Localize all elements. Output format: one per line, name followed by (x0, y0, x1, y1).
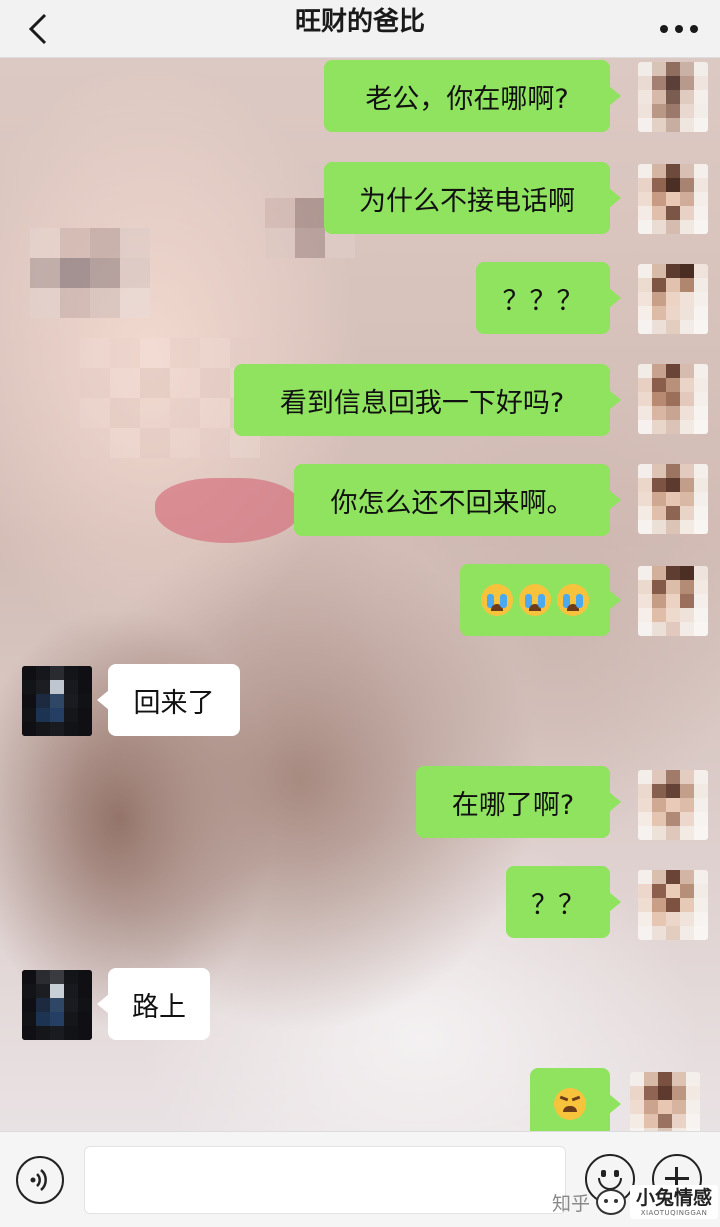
message-text: 路上 (132, 991, 186, 1023)
chat-header: 旺财的爸比 (0, 0, 720, 58)
chat-background: 老公，你在哪啊? 为什么不接电话啊 ？？？ 看到信息回我一下好吗? 你怎么还不回… (0, 58, 720, 1131)
crying-face-emoji (557, 584, 589, 616)
watermark-brand: 小兔情感 XIAOTUQINGGAN (630, 1185, 718, 1219)
sender-avatar[interactable] (630, 1072, 700, 1131)
watermark-brand-name: 小兔情感 (636, 1187, 713, 1209)
sender-avatar[interactable] (638, 364, 708, 434)
message-text: ？？？ (502, 285, 584, 317)
voice-icon[interactable] (16, 1156, 64, 1204)
sender-avatar[interactable] (638, 464, 708, 534)
pixelated-eye-left (30, 228, 150, 318)
message-text: 你怎么还不回来啊。 (330, 487, 574, 519)
message-bubble-received[interactable]: 回来了 (97, 664, 240, 736)
crying-face-emoji (481, 584, 513, 616)
angry-face-emoji (554, 1088, 586, 1120)
message-bubble-sent[interactable]: 看到信息回我一下好吗? (234, 364, 621, 436)
message-text: 看到信息回我一下好吗? (279, 387, 565, 419)
message-bubble-sent[interactable]: 为什么不接电话啊 (324, 162, 621, 234)
message-text: ？？ (531, 889, 585, 921)
chat-title: 旺财的爸比 (294, 7, 425, 37)
message-input[interactable] (84, 1146, 566, 1214)
more-dots-icon[interactable] (656, 9, 702, 49)
sender-avatar[interactable] (638, 770, 708, 840)
message-bubble-sent[interactable]: 老公，你在哪啊? (324, 60, 621, 132)
sender-avatar[interactable] (638, 62, 708, 132)
message-bubble-sent[interactable]: ？？？ (476, 262, 621, 334)
message-bubble-sent[interactable]: 你怎么还不回来啊。 (294, 464, 621, 536)
watermark: 知乎 小兔情感 XIAOTUQINGGAN (552, 1180, 718, 1224)
message-bubble-sent[interactable] (530, 1068, 621, 1131)
message-bubble-sent[interactable]: 在哪了啊? (416, 766, 621, 838)
message-text: 为什么不接电话啊 (359, 185, 575, 217)
contact-avatar[interactable] (22, 970, 92, 1040)
wallpaper-lips (155, 478, 300, 543)
crying-face-emoji (519, 584, 551, 616)
message-text: 老公，你在哪啊? (365, 83, 569, 115)
message-bubble-sent[interactable] (460, 564, 621, 636)
message-bubble-sent[interactable]: ？？ (506, 866, 621, 938)
message-bubble-received[interactable]: 路上 (97, 968, 210, 1040)
watermark-brand-sub: XIAOTUQINGGAN (640, 1209, 708, 1217)
sender-avatar[interactable] (638, 164, 708, 234)
pixelated-face-center (80, 338, 260, 458)
sender-avatar[interactable] (638, 566, 708, 636)
sender-avatar[interactable] (638, 264, 708, 334)
sender-avatar[interactable] (638, 870, 708, 940)
contact-avatar[interactable] (22, 666, 92, 736)
message-text: 在哪了啊? (451, 789, 575, 821)
watermark-zhihu-text: 知乎 (552, 1192, 591, 1215)
rabbit-logo-icon (596, 1189, 626, 1215)
message-text: 回来了 (133, 687, 215, 719)
